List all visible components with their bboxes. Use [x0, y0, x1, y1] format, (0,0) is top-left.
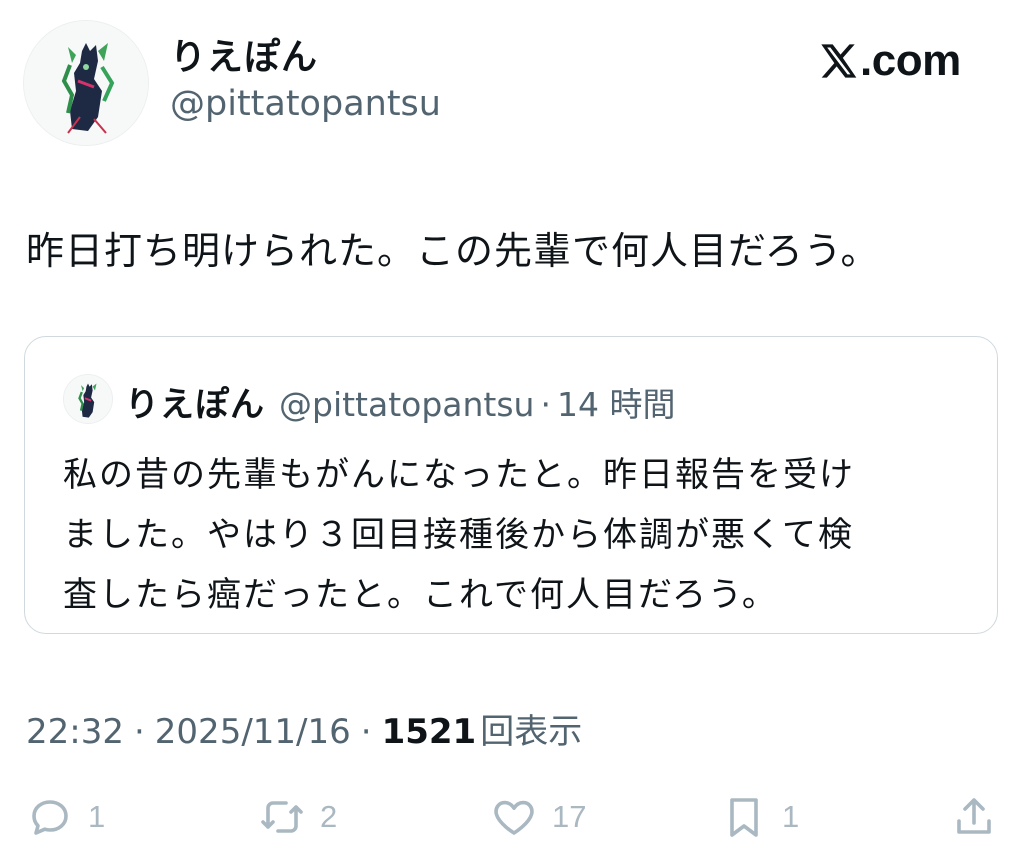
like-count: 17: [552, 799, 587, 834]
meta-separator: ·: [540, 385, 551, 424]
share-button[interactable]: [950, 792, 998, 842]
tweet-text: 昨日打ち明けられた。この先輩で何人目だろう。: [26, 229, 880, 273]
quoted-tweet-header: りえぽん @pittatopantsu · 14 時間: [125, 377, 675, 426]
retweet-count: 2: [320, 799, 338, 834]
author-handle[interactable]: @pittatopantsu: [170, 84, 441, 124]
reply-button[interactable]: 1: [26, 792, 105, 842]
bookmark-button[interactable]: 1: [720, 792, 799, 842]
quoted-text-line: 私の昔の先輩もがんになったと。昨日報告を受け: [63, 455, 855, 495]
quoted-tweet-text: 私の昔の先輩もがんになったと。昨日報告を受け ました。やはり３回目接種後から体調…: [63, 445, 963, 625]
quoted-text-line: ました。やはり３回目接種後から体調が悪くて検: [63, 515, 854, 555]
x-logo-icon: [821, 44, 857, 78]
quoted-text-line: 査したら癌だったと。これで何人目だろう。: [63, 575, 778, 615]
views-count: 1521: [381, 712, 477, 752]
like-button[interactable]: 17: [490, 792, 586, 842]
bookmark-count: 1: [782, 799, 800, 834]
heart-icon: [494, 800, 534, 835]
reply-count: 1: [88, 799, 106, 834]
quoted-author-handle[interactable]: @pittatopantsu: [279, 385, 534, 424]
bookmark-icon: [730, 798, 758, 837]
cat-figure-illustration: [64, 375, 112, 423]
views-label: 回表示: [480, 712, 583, 752]
x-brand-logo: .com: [818, 36, 961, 86]
share-icon: [957, 798, 991, 834]
cat-figure-illustration: [24, 21, 148, 145]
tweet-time[interactable]: 22:32: [26, 712, 124, 752]
meta-separator: ·: [133, 712, 145, 752]
meta-separator: ·: [360, 712, 372, 752]
quoted-author-display-name[interactable]: りえぽん: [125, 377, 265, 426]
tweet-date[interactable]: 2025/11/16: [155, 712, 351, 752]
reply-icon: [32, 800, 68, 835]
author-display-name[interactable]: りえぽん: [170, 28, 318, 80]
quoted-tweet-time[interactable]: 14 時間: [557, 378, 675, 426]
quoted-author-avatar[interactable]: [63, 374, 113, 424]
retweet-button[interactable]: 2: [258, 792, 337, 842]
quoted-tweet-card[interactable]: りえぽん @pittatopantsu · 14 時間 私の昔の先輩もがんになっ…: [24, 336, 998, 634]
brand-domain-text: .com: [860, 36, 961, 85]
retweet-icon: [261, 801, 303, 833]
author-avatar[interactable]: [23, 20, 149, 146]
tweet-timestamp-line: 22:32 · 2025/11/16 · 1521 回表示: [26, 704, 582, 753]
